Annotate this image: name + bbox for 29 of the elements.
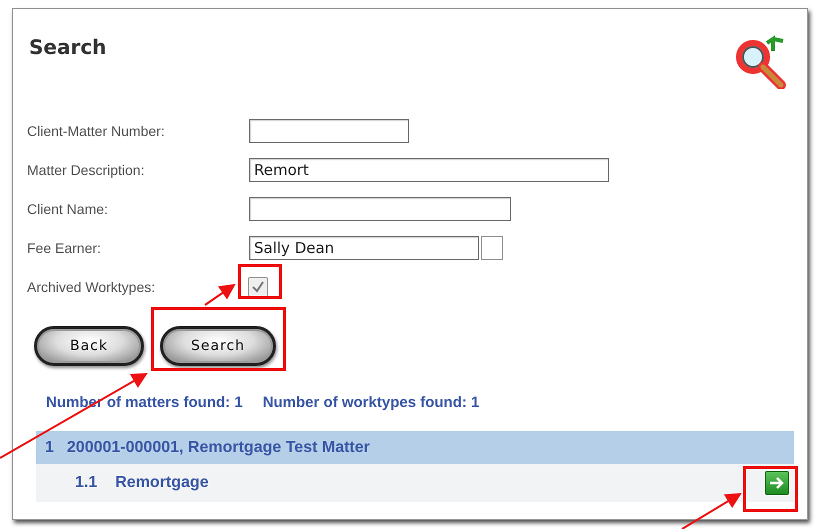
field-label: Client-Matter Number: <box>27 122 165 140</box>
field-label: Matter Description: <box>27 160 144 178</box>
row-number: 1 <box>45 438 54 456</box>
worktype-row[interactable]: 1.1 Remortgage <box>36 464 794 502</box>
matter-row[interactable]: 1 200001-000001, Remortgage Test Matter <box>36 431 794 464</box>
input-field[interactable]: Remort <box>249 158 609 182</box>
arrow-icon <box>769 476 785 490</box>
matter-title: 200001-000001, Remortgage Test Matter <box>66 438 370 456</box>
result-count: Number of worktypes found: 1 <box>262 394 480 411</box>
input-field[interactable] <box>249 196 511 220</box>
back-button[interactable]: Back <box>34 326 144 366</box>
annotation-arrow <box>204 284 236 306</box>
field-label: Archived Worktypes: <box>27 278 156 296</box>
check-icon <box>251 280 265 294</box>
highlight-frame <box>238 264 282 299</box>
input-field[interactable] <box>249 118 409 142</box>
worktype-title: Remortgage <box>115 474 209 492</box>
annotation-arrow <box>681 492 742 529</box>
lookup-button[interactable] <box>481 236 503 260</box>
input-field[interactable]: Sally Dean <box>249 236 479 260</box>
field-label: Client Name: <box>27 200 108 218</box>
highlight-frame <box>743 466 798 512</box>
search-button[interactable]: Search <box>160 326 276 366</box>
search-icon <box>733 35 789 89</box>
row-number: 1.1 <box>75 474 98 492</box>
checkbox[interactable] <box>248 276 268 296</box>
go-button[interactable] <box>765 471 789 495</box>
panel-title: Search <box>29 35 106 59</box>
field-label: Fee Earner: <box>27 238 101 256</box>
